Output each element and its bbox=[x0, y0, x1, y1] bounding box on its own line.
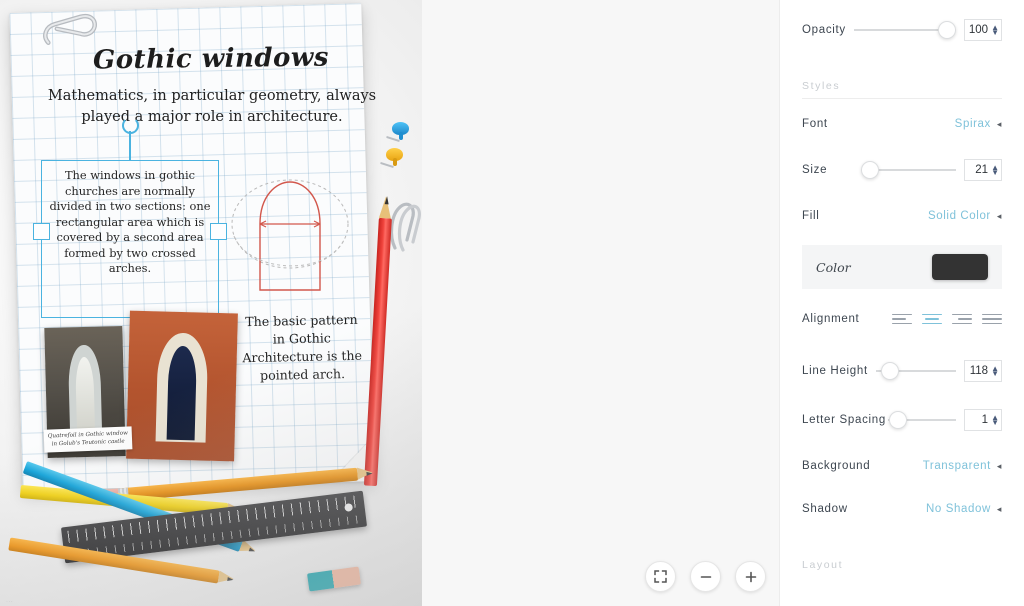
layout-section-title: Layout bbox=[802, 559, 844, 571]
styles-divider bbox=[802, 98, 1002, 99]
background-row: Background Transparent ◂ bbox=[802, 443, 1002, 489]
slider-knob[interactable] bbox=[861, 161, 880, 179]
color-label: Color bbox=[816, 259, 851, 275]
rotate-handle[interactable] bbox=[121, 117, 139, 134]
minus-icon bbox=[700, 575, 711, 578]
chevron-updown-icon: ◂ bbox=[996, 118, 1002, 129]
chevron-updown-icon: ◂ bbox=[996, 503, 1002, 514]
stepper-arrows-icon[interactable]: ▲ ▼ bbox=[990, 365, 999, 378]
color-swatch[interactable] bbox=[932, 254, 988, 280]
shadow-value: No Shadow bbox=[926, 503, 991, 515]
app-root: Gothic windows Mathematics, in particula… bbox=[0, 0, 1024, 606]
background-label: Background bbox=[802, 460, 871, 472]
fit-screen-icon bbox=[654, 570, 667, 583]
fill-value: Solid Color bbox=[928, 210, 991, 222]
canvas-watermark: ... bbox=[6, 597, 14, 604]
size-value: 21 bbox=[975, 164, 989, 176]
letter-spacing-stepper[interactable]: 1 ▲ ▼ bbox=[964, 409, 1002, 431]
size-label: Size bbox=[802, 164, 828, 176]
letter-spacing-value: 1 bbox=[981, 414, 989, 426]
color-row: Color bbox=[802, 245, 1002, 289]
workspace: Gothic windows Mathematics, in particula… bbox=[0, 0, 779, 606]
resize-handle-right[interactable] bbox=[210, 223, 227, 240]
alignment-row: Alignment bbox=[802, 293, 1002, 345]
zoom-in-button[interactable] bbox=[735, 561, 766, 592]
line-height-label: Line Height bbox=[802, 365, 868, 377]
opacity-stepper[interactable]: 100 ▲ ▼ bbox=[963, 19, 1002, 41]
opacity-label: Opacity bbox=[802, 24, 846, 36]
shadow-row: Shadow No Shadow ◂ bbox=[802, 489, 1002, 529]
size-stepper[interactable]: 21 ▲ ▼ bbox=[964, 159, 1002, 181]
fit-to-screen-button[interactable] bbox=[645, 561, 676, 592]
zoom-controls bbox=[645, 561, 766, 592]
fill-label: Fill bbox=[802, 210, 820, 222]
letter-spacing-label: Letter Spacing bbox=[802, 414, 886, 426]
zoom-out-button[interactable] bbox=[690, 561, 721, 592]
selected-text-element[interactable]: The windows in gothic churches are norma… bbox=[33, 117, 227, 318]
background-value: Transparent bbox=[922, 460, 991, 472]
photo-arch-shape bbox=[155, 332, 209, 443]
shadow-label: Shadow bbox=[802, 503, 848, 515]
opacity-row: Opacity 100 ▲ ▼ bbox=[802, 0, 1002, 60]
plus-icon bbox=[745, 571, 756, 582]
pushpin-blue-icon bbox=[386, 122, 409, 143]
fill-select[interactable]: Solid Color ◂ bbox=[928, 210, 1002, 222]
font-value: Spirax bbox=[954, 118, 991, 130]
properties-panel: Opacity 100 ▲ ▼ Styles Font Spirax ◂ Size bbox=[779, 0, 1024, 606]
slider-knob[interactable] bbox=[880, 362, 899, 380]
line-height-row: Line Height 118 ▲ ▼ bbox=[802, 345, 1002, 397]
eraser bbox=[307, 566, 361, 592]
photo-arch-inner bbox=[166, 345, 198, 441]
align-left-icon[interactable] bbox=[892, 313, 912, 325]
background-select[interactable]: Transparent ◂ bbox=[923, 460, 1002, 472]
poster-title: Gothic windows bbox=[92, 42, 330, 76]
selected-text-content: The windows in gothic churches are norma… bbox=[49, 168, 211, 275]
size-slider[interactable] bbox=[861, 161, 956, 179]
alignment-label: Alignment bbox=[802, 313, 860, 325]
shadow-select[interactable]: No Shadow ◂ bbox=[926, 503, 1002, 515]
poster-intro-text: Mathematics, in particular geometry, alw… bbox=[47, 88, 377, 126]
resize-handle-left[interactable] bbox=[33, 223, 50, 240]
size-row: Size 21 ▲ ▼ bbox=[802, 147, 1002, 193]
fill-row: Fill Solid Color ◂ bbox=[802, 193, 1002, 239]
opacity-value: 100 bbox=[968, 24, 989, 36]
align-justify-icon[interactable] bbox=[982, 313, 1002, 325]
rotation-stem bbox=[129, 131, 131, 161]
design-canvas[interactable]: Gothic windows Mathematics, in particula… bbox=[0, 0, 422, 606]
font-row: Font Spirax ◂ bbox=[802, 101, 1002, 147]
align-center-icon[interactable] bbox=[922, 313, 942, 325]
poster-side-text: The basic pattern in Gothic Architecture… bbox=[242, 311, 363, 383]
opacity-slider[interactable] bbox=[853, 21, 956, 39]
letter-spacing-row: Letter Spacing 1 ▲ ▼ bbox=[802, 397, 1002, 443]
line-height-value: 118 bbox=[969, 365, 989, 377]
stepper-arrows-icon[interactable]: ▲ ▼ bbox=[990, 164, 999, 177]
align-right-icon[interactable] bbox=[952, 313, 972, 325]
line-height-slider[interactable] bbox=[875, 362, 956, 380]
alignment-options bbox=[892, 313, 1002, 325]
pushpin-yellow-icon bbox=[380, 148, 403, 169]
line-height-stepper[interactable]: 118 ▲ ▼ bbox=[964, 360, 1002, 382]
gothic-arch-diagram bbox=[231, 179, 349, 291]
chevron-updown-icon: ◂ bbox=[996, 460, 1002, 471]
slider-knob[interactable] bbox=[889, 411, 908, 429]
slider-knob[interactable] bbox=[937, 21, 956, 39]
font-select[interactable]: Spirax ◂ bbox=[955, 118, 1002, 130]
photo-gothic-window-brick[interactable] bbox=[126, 310, 238, 462]
styles-section-title: Styles bbox=[802, 80, 841, 92]
chevron-updown-icon: ◂ bbox=[996, 210, 1002, 221]
letter-spacing-slider[interactable] bbox=[887, 411, 956, 429]
stepper-arrows-icon[interactable]: ▲ ▼ bbox=[990, 414, 999, 427]
stepper-arrows-icon[interactable]: ▲ ▼ bbox=[990, 24, 999, 37]
photo-caption: Quatrefoil in Gothic window in Golub's T… bbox=[43, 426, 133, 453]
font-label: Font bbox=[802, 118, 828, 130]
